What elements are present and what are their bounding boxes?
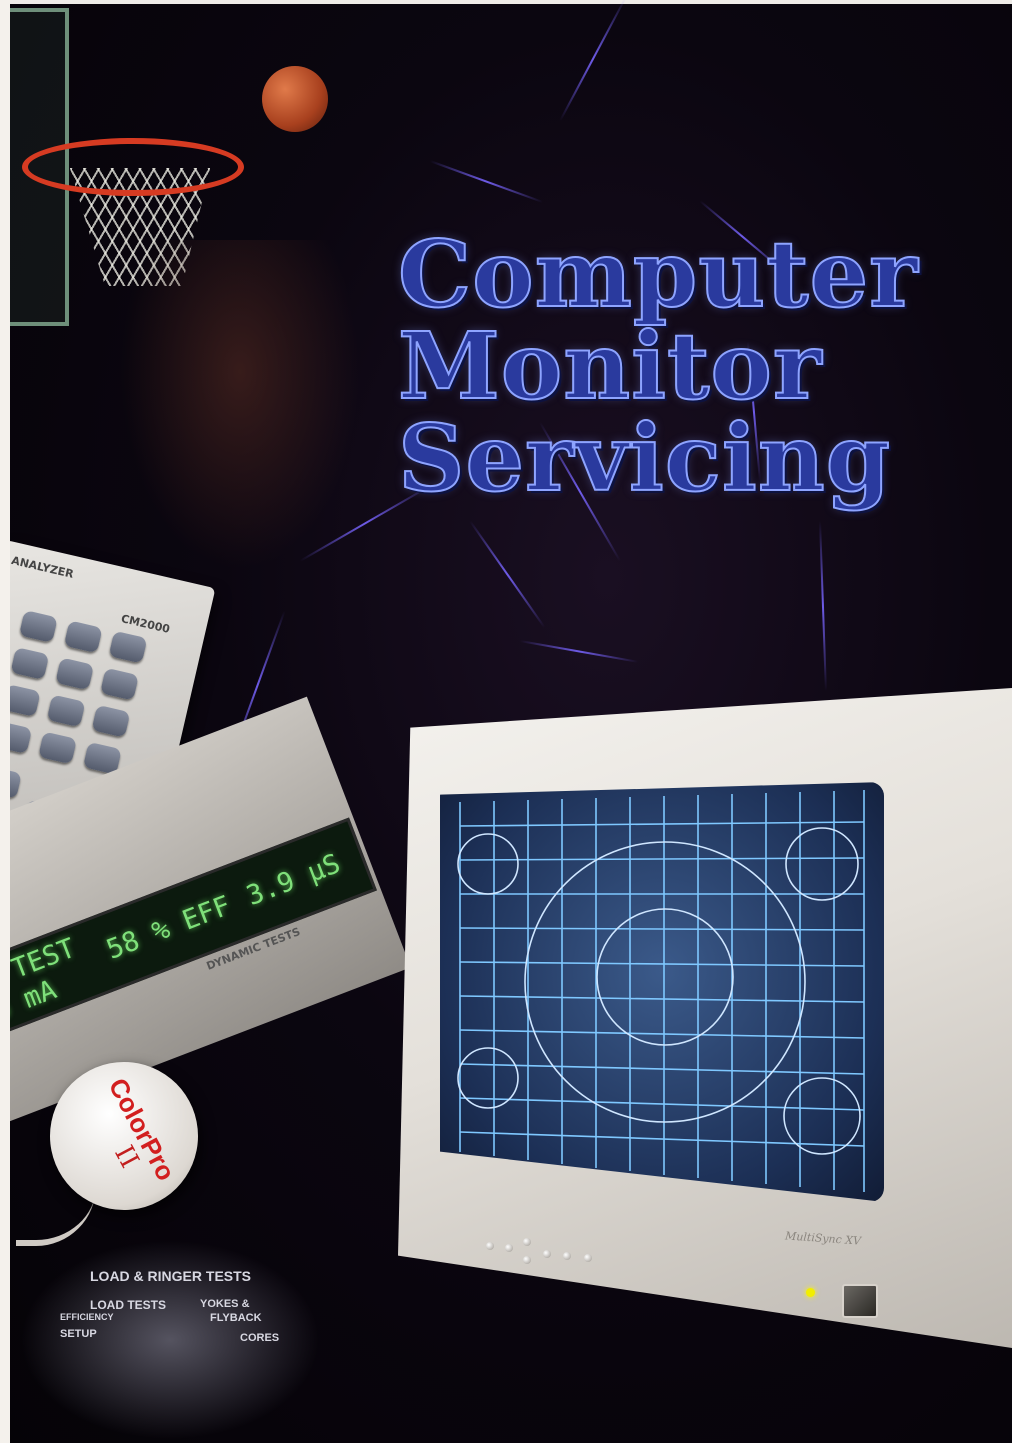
firework-streak	[559, 0, 627, 122]
tester-panel: LOAD & RINGER TESTS LOAD TESTS YOKES & F…	[20, 1240, 320, 1440]
monitor-control-button[interactable]	[505, 1244, 513, 1252]
headline-line-3: Servicing	[397, 404, 892, 512]
panel-setup: SETUP	[60, 1328, 97, 1340]
panel-cores: CORES	[240, 1332, 280, 1344]
led-display: HD TEST 23 mA 58 % EFF 3.9 µS	[0, 817, 377, 1043]
panel-efficiency: EFFICIENCY	[60, 1312, 114, 1322]
keypad-key	[18, 610, 58, 643]
keypad-key	[91, 704, 131, 738]
left-border	[0, 0, 10, 1443]
analyzer-model: CM2000	[119, 612, 172, 636]
firework-streak	[519, 640, 639, 663]
monitor-control-button[interactable]	[584, 1254, 592, 1262]
keypad-key	[46, 694, 86, 728]
firework-streak	[469, 520, 546, 629]
keypad-key	[55, 657, 95, 691]
basketball	[262, 66, 328, 132]
headline-line-2: Monitor	[397, 312, 823, 420]
monitor-control-button[interactable]	[486, 1242, 494, 1250]
basketball-rim	[22, 138, 244, 196]
analyzer-label: ANALYZER	[10, 553, 75, 581]
keypad-key	[38, 731, 78, 765]
panel-yokes: YOKES &	[200, 1298, 250, 1310]
display-efficiency: 58 % EFF	[102, 890, 235, 966]
monitor-control-button[interactable]	[563, 1252, 571, 1260]
top-border	[0, 0, 1012, 4]
test-pattern	[457, 790, 865, 1192]
basketball-player	[120, 240, 360, 570]
monitor-screen	[440, 782, 884, 1202]
probe-brand: ColorPro	[102, 1073, 182, 1186]
panel-load-tests: LOAD TESTS	[90, 1298, 167, 1312]
colorpro-probe: ColorPro II	[50, 1062, 198, 1210]
firework-streak	[429, 160, 544, 203]
power-indicator-led	[806, 1288, 815, 1297]
keypad-key	[99, 667, 139, 701]
magazine-cover: Computer Monitor Servicing ANALYZER CM20…	[0, 0, 1012, 1443]
display-time: 3.9 µS	[242, 848, 345, 913]
monitor-control-button[interactable]	[543, 1250, 551, 1258]
panel-title: LOAD & RINGER TESTS	[90, 1268, 252, 1284]
keypad-key	[63, 620, 103, 654]
firework-streak	[819, 520, 827, 691]
monitor-control-button[interactable]	[523, 1256, 531, 1264]
keypad-key	[10, 647, 50, 681]
panel-flyback: FLYBACK	[210, 1312, 262, 1324]
monitor-control-button[interactable]	[523, 1238, 531, 1246]
keypad-key	[108, 630, 148, 664]
cover-headline: Computer Monitor Servicing	[397, 220, 919, 512]
headline-line-1: Computer	[397, 220, 919, 328]
power-button[interactable]	[842, 1284, 878, 1318]
